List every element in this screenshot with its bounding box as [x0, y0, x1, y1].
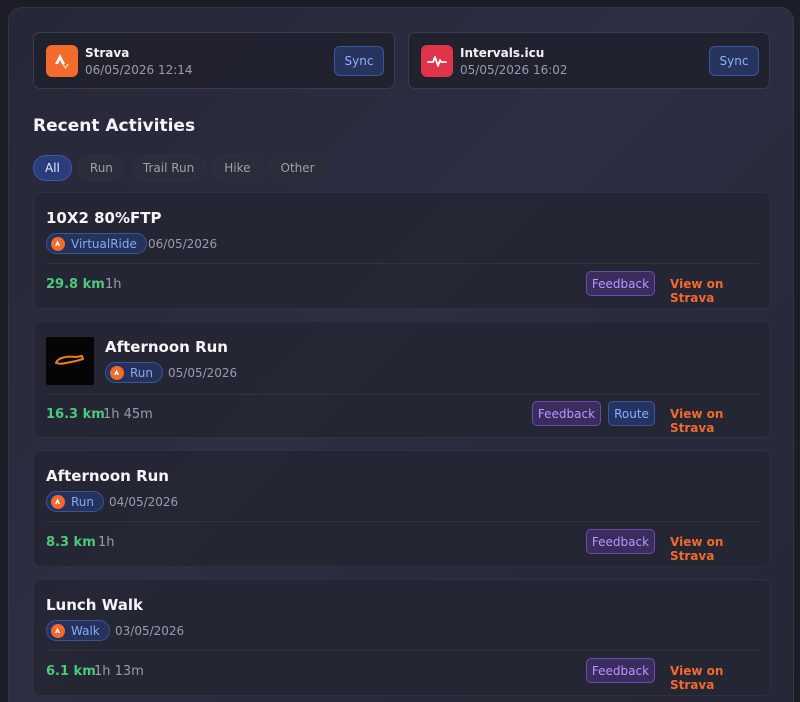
- last-sync-time: 05/05/2026 16:02: [460, 63, 568, 77]
- activity-type-badge: VirtualRide: [46, 233, 147, 254]
- intervals-sync-button[interactable]: Sync: [709, 46, 759, 76]
- view-on-strava-link[interactable]: View on Strava: [670, 535, 770, 563]
- activity-type-badge: Run: [46, 491, 105, 512]
- activity-type-badge: Walk: [46, 620, 110, 641]
- activity-card: Afternoon Run Run 04/05/2026 8.3 km 1h F…: [33, 450, 771, 567]
- activity-duration: 1h: [105, 277, 122, 292]
- activity-card: 10X2 80%FTP VirtualRide 06/05/2026 29.8 …: [33, 192, 771, 309]
- view-on-strava-link[interactable]: View on Strava: [670, 664, 770, 692]
- activity-date: 06/05/2026: [148, 237, 218, 251]
- activity-duration: 1h: [98, 535, 115, 550]
- activity-type-label: VirtualRide: [71, 236, 137, 251]
- last-sync-time: 06/05/2026 12:14: [85, 63, 193, 77]
- activity-title: Afternoon Run: [46, 467, 169, 485]
- activity-card: Lunch Walk Walk 03/05/2026 6.1 km 1h 13m…: [33, 579, 771, 696]
- activity-distance: 29.8 km: [46, 277, 105, 292]
- filter-other[interactable]: Other: [268, 155, 327, 181]
- view-on-strava-link[interactable]: View on Strava: [670, 277, 770, 305]
- activity-date: 05/05/2026: [168, 366, 238, 380]
- divider: [46, 394, 758, 395]
- strava-integration-card: Strava 06/05/2026 12:14 Sync: [33, 32, 395, 89]
- feedback-button[interactable]: Feedback: [586, 271, 655, 296]
- view-on-strava-link[interactable]: View on Strava: [670, 407, 770, 435]
- activity-type-label: Run: [130, 365, 154, 380]
- filter-trail-run[interactable]: Trail Run: [130, 155, 207, 181]
- activity-card: Afternoon Run Run 05/05/2026 16.3 km 1h …: [33, 321, 771, 438]
- divider: [46, 650, 758, 651]
- activity-title: 10X2 80%FTP: [46, 209, 162, 227]
- activity-title: Afternoon Run: [105, 338, 228, 356]
- activity-filters: All Run Trail Run Hike Other: [33, 155, 327, 181]
- main-panel: Strava 06/05/2026 12:14 Sync Intervals.i…: [8, 7, 794, 702]
- activity-type-label: Run: [71, 494, 95, 509]
- integration-name: Strava: [85, 46, 130, 60]
- activity-date: 04/05/2026: [109, 495, 179, 509]
- strava-icon: [51, 623, 65, 638]
- divider: [46, 263, 758, 264]
- activity-type-badge: Run: [105, 362, 164, 383]
- section-title: Recent Activities: [33, 116, 196, 136]
- activity-title: Lunch Walk: [46, 596, 143, 614]
- divider: [46, 521, 758, 522]
- route-map-thumbnail: [46, 337, 94, 385]
- intervals-integration-card: Intervals.icu 05/05/2026 16:02 Sync: [408, 32, 770, 89]
- feedback-button[interactable]: Feedback: [586, 658, 655, 683]
- filter-all[interactable]: All: [33, 155, 72, 181]
- feedback-button[interactable]: Feedback: [532, 401, 601, 426]
- activity-duration: 1h 13m: [94, 664, 144, 679]
- strava-icon: [51, 494, 65, 509]
- activity-distance: 16.3 km: [46, 407, 105, 422]
- filter-hike[interactable]: Hike: [212, 155, 263, 181]
- strava-icon: [51, 236, 65, 251]
- activity-distance: 6.1 km: [46, 664, 96, 679]
- strava-logo-icon: [46, 45, 78, 77]
- activity-distance: 8.3 km: [46, 535, 96, 550]
- activity-type-label: Walk: [71, 623, 100, 638]
- activity-date: 03/05/2026: [115, 624, 185, 638]
- route-button[interactable]: Route: [608, 401, 655, 426]
- pulse-logo-icon: [421, 45, 453, 77]
- activity-duration: 1h 45m: [103, 407, 153, 422]
- integration-name: Intervals.icu: [460, 46, 545, 60]
- strava-sync-button[interactable]: Sync: [334, 46, 384, 76]
- filter-run[interactable]: Run: [77, 155, 125, 181]
- feedback-button[interactable]: Feedback: [586, 529, 655, 554]
- strava-icon: [110, 365, 124, 380]
